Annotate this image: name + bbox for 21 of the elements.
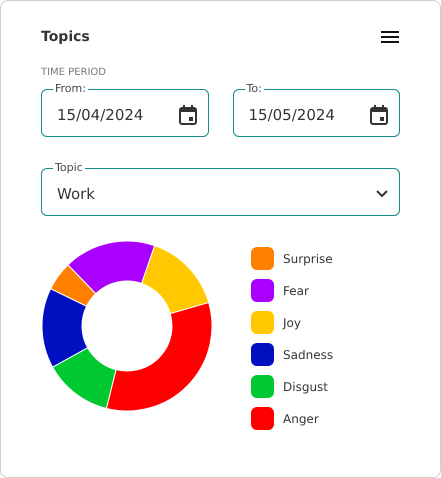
legend-label: Fear (283, 284, 309, 298)
legend-label: Sadness (283, 348, 334, 362)
chevron-down-icon (375, 189, 389, 199)
topic-select[interactable]: Topic Work (41, 161, 400, 216)
date-field[interactable]: To: 15/05/2024 (232, 82, 400, 137)
menu-icon[interactable] (380, 29, 400, 45)
legend-label: Joy (283, 316, 301, 330)
date-value: 15/05/2024 (248, 106, 336, 124)
date-value: 15/04/2024 (57, 106, 144, 124)
section-label: TIME PERIOD (41, 67, 107, 78)
field-label: From: (54, 82, 87, 96)
select-value: Work (57, 185, 96, 203)
field-label: To: (246, 82, 263, 96)
calendar-icon[interactable] (369, 104, 389, 126)
legend-label: Disgust (283, 380, 328, 394)
legend-label: Anger (283, 412, 319, 426)
field-label: Topic (54, 161, 84, 175)
date-field[interactable]: From: 15/04/2024 (41, 82, 208, 137)
legend-label: Surprise (283, 252, 333, 266)
calendar-icon[interactable] (178, 104, 198, 126)
card-title: Topics (41, 29, 90, 45)
